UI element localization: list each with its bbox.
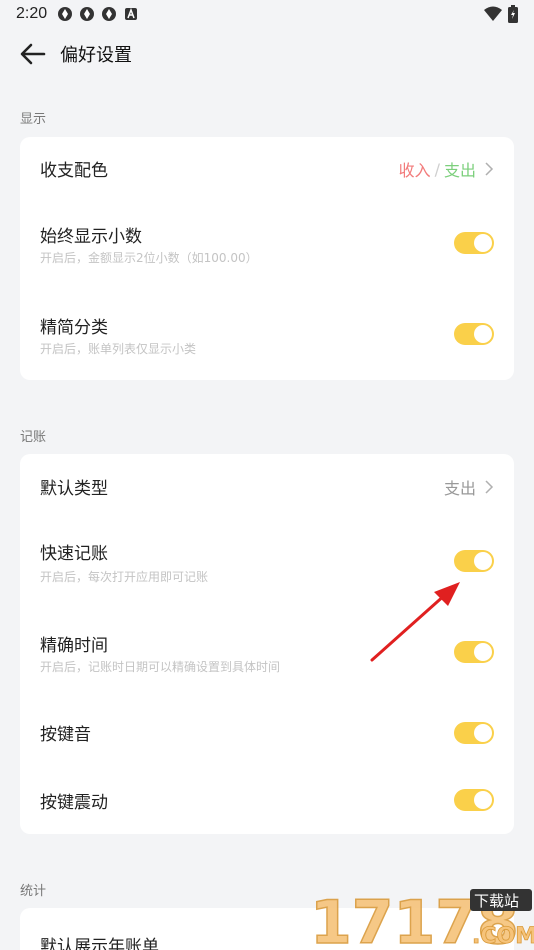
- simple-category-toggle[interactable]: [454, 323, 494, 345]
- annotation-arrow: [370, 582, 460, 662]
- simple-category-label: 精简分类: [40, 318, 108, 338]
- toggle-knob: [474, 325, 492, 343]
- display-settings-card: 收支配色 收入 / 支出 始终显示小数 开启后，金额显示2位小数（如100.00…: [20, 137, 514, 380]
- simple-category-row: 精简分类 开启后，账单列表仅显示小类: [20, 303, 514, 363]
- always-decimal-toggle[interactable]: [454, 232, 494, 254]
- simple-category-description: 开启后，账单列表仅显示小类: [40, 342, 197, 356]
- income-expense-color-label: 收支配色: [40, 161, 108, 181]
- income-expense-color-row[interactable]: 收支配色 收入 / 支出: [20, 137, 514, 197]
- key-sound-row: 按键音: [20, 706, 514, 756]
- section-label-statistics: 统计: [20, 884, 47, 899]
- status-time: 2:20: [16, 5, 48, 22]
- default-type-row[interactable]: 默认类型 支出: [20, 454, 514, 516]
- toggle-knob: [474, 643, 492, 661]
- section-label-display: 显示: [20, 112, 47, 127]
- battery-icon: [508, 5, 518, 23]
- app-notification-icon: [102, 7, 117, 21]
- chevron-right-icon: [485, 480, 494, 494]
- a-badge-icon: [125, 7, 138, 20]
- page-title: 偏好设置: [60, 45, 132, 66]
- income-expense-color-value: 收入 / 支出: [399, 157, 494, 181]
- toggle-knob: [474, 234, 492, 252]
- app-notification-icon: [58, 7, 73, 21]
- always-decimal-description: 开启后，金额显示2位小数（如100.00）: [40, 251, 258, 265]
- key-vibration-label: 按键震动: [40, 793, 108, 813]
- default-year-bill-label: 默认展示年账单: [40, 937, 159, 950]
- app-notification-icon: [80, 7, 95, 21]
- expense-text: 支出: [443, 161, 476, 180]
- key-vibration-toggle[interactable]: [454, 789, 494, 811]
- svg-text:下载站: 下载站: [474, 892, 519, 910]
- status-right-icons: [484, 5, 518, 23]
- wifi-icon: [484, 6, 502, 21]
- chevron-right-icon: [485, 162, 494, 176]
- always-decimal-row: 始终显示小数 开启后，金额显示2位小数（如100.00）: [20, 212, 514, 272]
- key-sound-toggle[interactable]: [454, 722, 494, 744]
- default-type-value-wrap: 支出: [444, 475, 494, 499]
- svg-text:.COM: .COM: [472, 924, 534, 949]
- precise-time-description: 开启后，记账时日期可以精确设置到具体时间: [40, 660, 281, 674]
- quick-record-toggle[interactable]: [454, 550, 494, 572]
- income-text: 收入: [398, 161, 431, 180]
- key-sound-label: 按键音: [40, 725, 91, 745]
- status-bar: 2:20: [0, 0, 534, 28]
- section-label-bookkeeping: 记账: [20, 430, 47, 445]
- toggle-knob: [474, 724, 492, 742]
- toggle-knob: [474, 791, 492, 809]
- watermark-graphic: 17178 下载站 .COM: [309, 887, 534, 950]
- separator-text: /: [434, 159, 440, 179]
- always-decimal-label: 始终显示小数: [40, 227, 142, 247]
- default-type-label: 默认类型: [40, 479, 108, 499]
- notification-icons: [57, 6, 139, 22]
- arrow-left-icon: [20, 43, 46, 65]
- precise-time-label: 精确时间: [40, 636, 108, 656]
- quick-record-description: 开启后，每次打开应用即可记账: [40, 570, 209, 584]
- default-type-value: 支出: [443, 479, 476, 498]
- quick-record-label: 快速记账: [40, 544, 108, 564]
- back-button[interactable]: [18, 39, 48, 69]
- app-bar: 偏好设置: [0, 30, 534, 78]
- toggle-knob: [474, 552, 492, 570]
- key-vibration-row: 按键震动: [20, 774, 514, 824]
- watermark-logo: 17178 下载站 .COM: [309, 885, 534, 950]
